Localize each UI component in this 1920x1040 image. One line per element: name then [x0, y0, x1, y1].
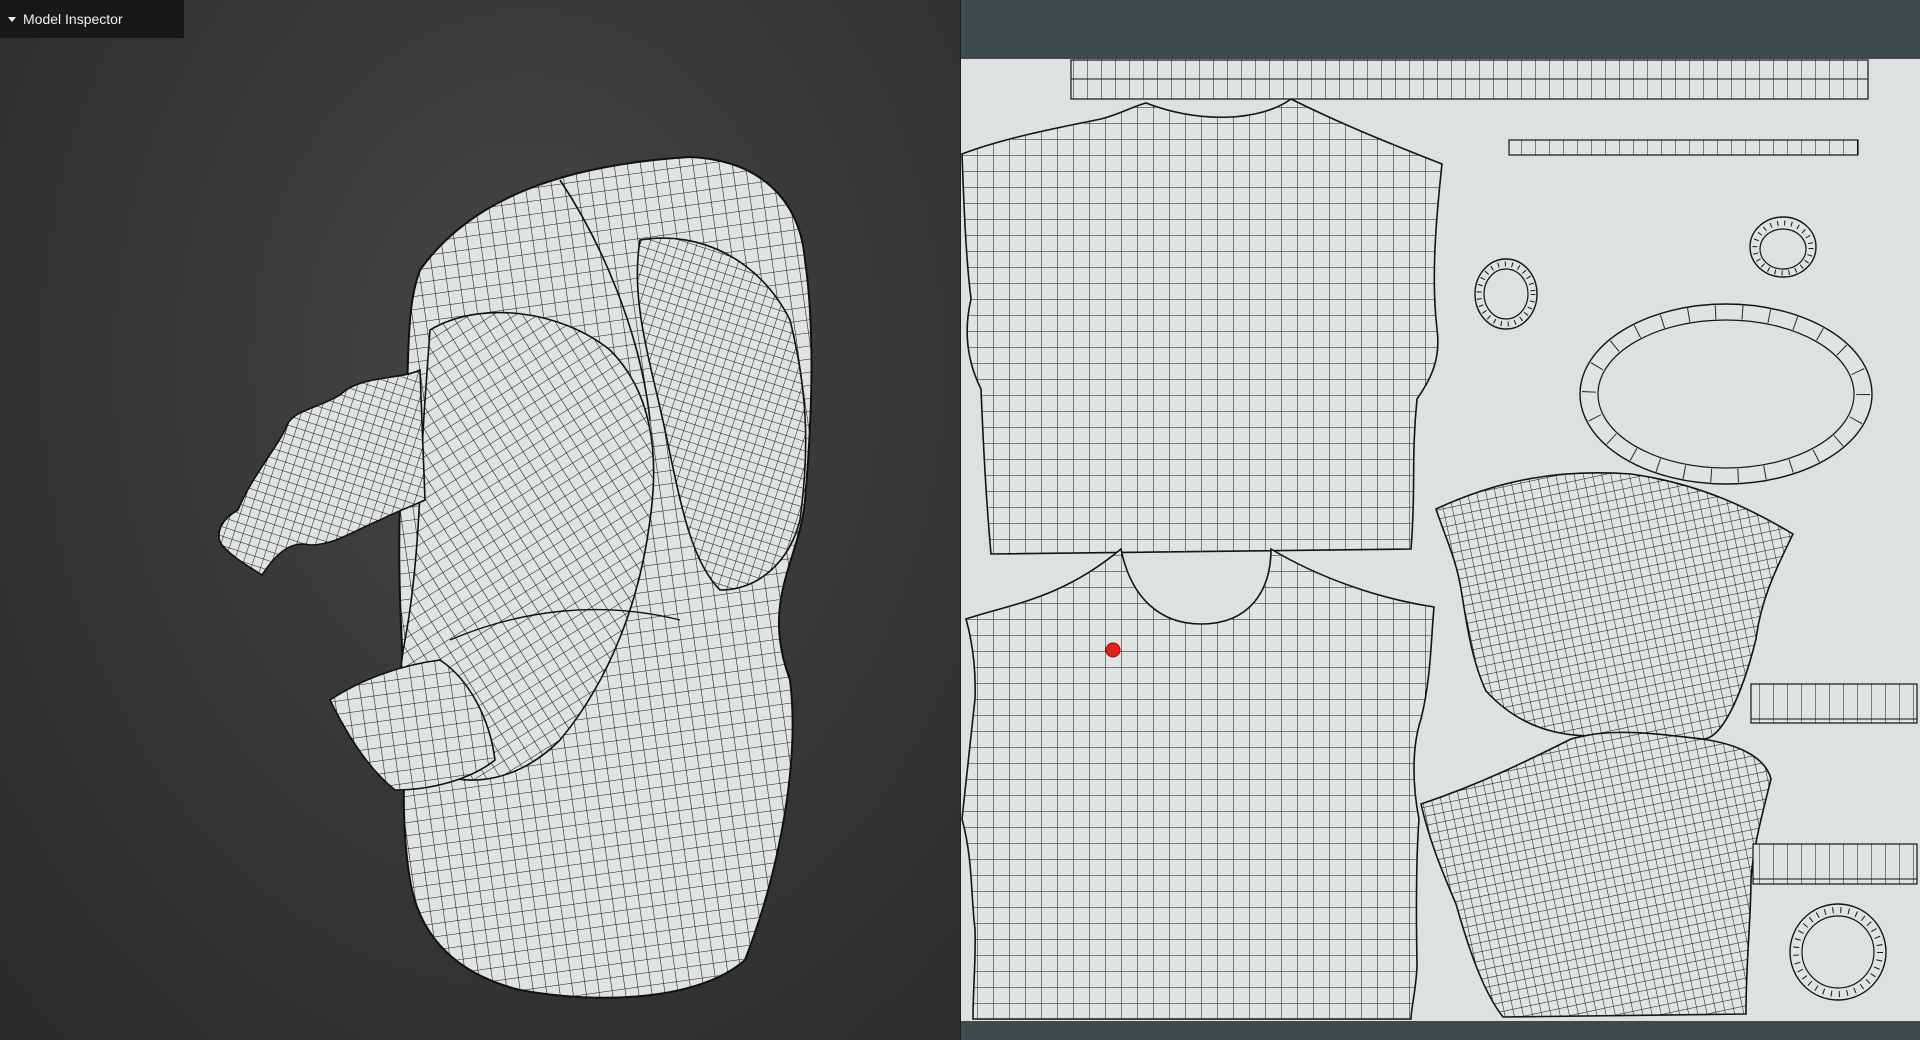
caret-down-icon — [8, 16, 16, 22]
uv-island-cuff-strip-upper[interactable] — [1750, 683, 1918, 724]
shirt-cuff-bunch-mesh — [218, 368, 426, 577]
uv-island-cuff-ring-small-left[interactable] — [1474, 258, 1538, 330]
uv-island-cuff-strip-lower[interactable] — [1752, 843, 1918, 885]
model-inspector-toggle[interactable]: Model Inspector — [0, 0, 184, 38]
selected-vertex-marker[interactable] — [1105, 642, 1121, 658]
uv-editor-panel[interactable] — [961, 0, 1920, 1040]
3d-viewport[interactable]: Model Inspector — [0, 0, 961, 1040]
uv-island-sleeve-upper[interactable] — [1435, 472, 1795, 740]
uv-layout[interactable] — [961, 59, 1920, 1021]
uv-island-neck-ring-large[interactable] — [1579, 303, 1873, 485]
uv-canvas[interactable] — [961, 59, 1920, 1021]
shirt-mesh-view[interactable] — [0, 0, 961, 1040]
app-window: Model Inspector — [0, 0, 1920, 1040]
uv-island-shirt-back-panel[interactable] — [961, 98, 1443, 555]
uv-island-cuff-ring-small-right[interactable] — [1749, 216, 1817, 278]
uv-island-collar-strip-thin[interactable] — [1508, 139, 1859, 156]
uv-island-collar-strip-top[interactable] — [1070, 59, 1869, 100]
uv-island-sleeve-lower[interactable] — [1420, 731, 1772, 1018]
model-inspector-label: Model Inspector — [23, 11, 123, 27]
uv-island-cuff-ring-bottom[interactable] — [1789, 903, 1887, 1001]
uv-island-shirt-front-panel[interactable] — [961, 547, 1435, 1020]
